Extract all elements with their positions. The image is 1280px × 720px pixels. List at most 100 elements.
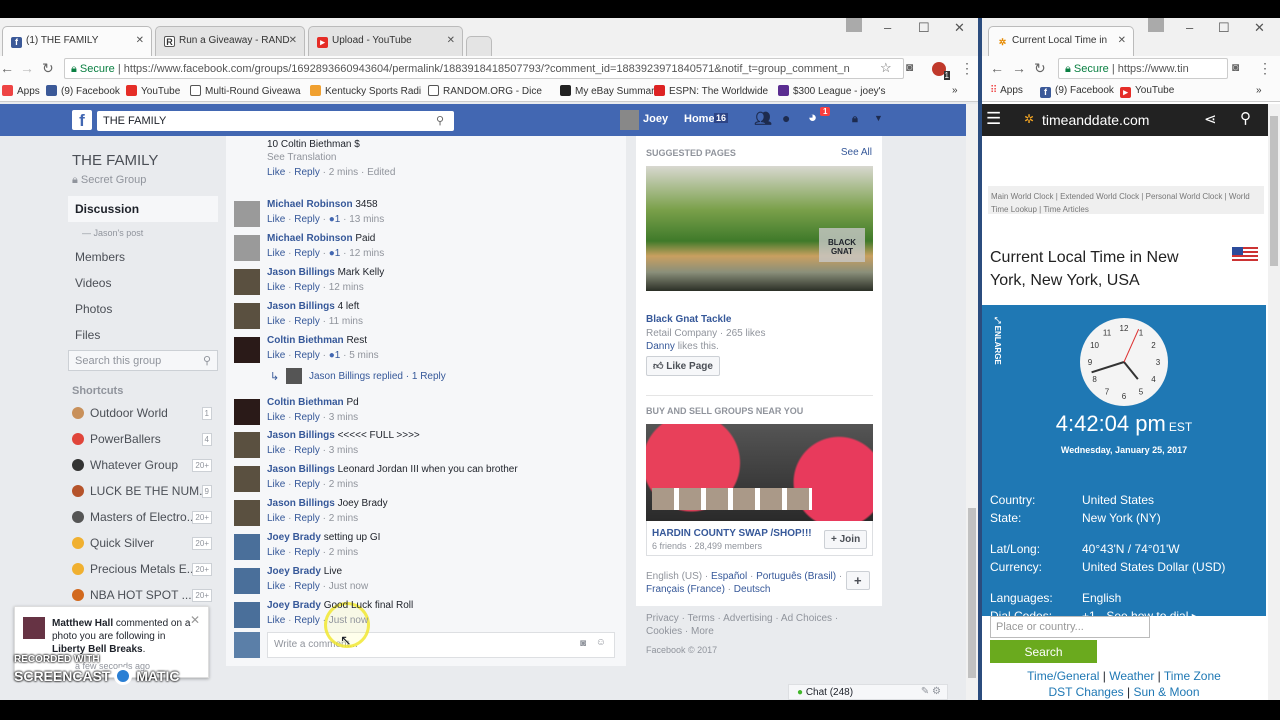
group-cover-image[interactable] [646, 424, 873, 521]
adblock-icon[interactable]: 1 [932, 62, 950, 80]
comment-author[interactable]: Jason Billings [267, 301, 335, 312]
like-link[interactable]: Like [267, 615, 285, 626]
more-bookmarks-icon[interactable]: » [1256, 85, 1262, 96]
scrollbar-thumb[interactable] [1270, 116, 1278, 266]
tab-youtube[interactable]: ▸ Upload - YouTube ✕ [308, 26, 463, 56]
footer-link[interactable]: Cookies [646, 626, 682, 637]
site-logo[interactable]: timeanddate.com [1042, 112, 1149, 128]
avatar[interactable] [234, 466, 260, 492]
reply-link[interactable]: Reply [294, 316, 320, 327]
reply-link[interactable]: Reply [294, 547, 320, 558]
scrollbar[interactable] [1268, 104, 1280, 700]
language-link[interactable]: Español [711, 571, 747, 582]
reply-link[interactable]: Reply [294, 513, 320, 524]
close-icon[interactable]: ✕ [190, 613, 200, 627]
footer-link[interactable]: Advertising [723, 613, 772, 624]
home-link[interactable]: Home [684, 113, 715, 125]
sidebar-item-discussion[interactable]: Discussion [68, 196, 218, 222]
forward-icon[interactable]: → [1012, 60, 1026, 76]
comment-author[interactable]: Joey Brady [267, 600, 321, 611]
search-group-input[interactable]: Search this group ⚲ [68, 350, 218, 371]
comment-author[interactable]: Jason Billings [267, 464, 335, 475]
avatar[interactable] [234, 432, 260, 458]
like-link[interactable]: Like [267, 445, 285, 456]
footer-link[interactable]: Ad Choices [781, 613, 832, 624]
footer-link[interactable]: DST Changes [1049, 685, 1124, 699]
like-count[interactable]: 1 [335, 214, 341, 225]
search-icon[interactable]: ⚲ [436, 114, 444, 127]
reply-summary[interactable]: ↳ Jason Billings replied · 1 Reply [270, 368, 650, 386]
shortcut-item[interactable]: Quick Silver 20+ [68, 531, 218, 557]
shortcut-item[interactable]: Outdoor World 1 [68, 401, 218, 427]
footer-link[interactable]: Privacy [646, 613, 679, 624]
camera-icon[interactable]: ◙ [1232, 60, 1239, 74]
back-icon[interactable]: ← [990, 60, 1004, 76]
reply-author[interactable]: Jason Billings [309, 371, 370, 382]
sidebar-item-members[interactable]: Members [68, 244, 218, 270]
close-tab-icon[interactable]: ✕ [1118, 35, 1126, 46]
like-link[interactable]: Like [267, 350, 285, 361]
site-nav-link[interactable]: Time Articles [1043, 205, 1089, 214]
like-link[interactable]: Like [267, 581, 285, 592]
comment-author[interactable]: Joey Brady [267, 566, 321, 577]
avatar[interactable] [234, 269, 260, 295]
reply-link[interactable]: Reply [294, 412, 320, 423]
reply-link[interactable]: Reply [294, 615, 320, 626]
search-icon[interactable]: ⚲ [203, 354, 211, 367]
avatar[interactable] [620, 110, 639, 130]
footer-link[interactable]: Time/General [1027, 669, 1099, 683]
url-bar[interactable]: 🔒︎ Secure | https://www.tin [1058, 58, 1228, 79]
privacy-shortcuts-icon[interactable]: 🔒︎ [852, 113, 858, 126]
close-tab-icon[interactable]: ✕ [136, 35, 144, 46]
bookmark-ebay-summary[interactable]: My eBay Summary [560, 85, 659, 97]
chat-bar[interactable]: ● Chat (248) ✎ ⚙ [788, 684, 948, 700]
like-link[interactable]: Like [267, 282, 285, 293]
see-translation-link[interactable]: See Translation [267, 152, 337, 163]
group-name-link[interactable]: HARDIN COUNTY SWAP /SHOP!!! [652, 528, 812, 539]
comment-author[interactable]: Michael Robinson [267, 199, 353, 210]
reply-link[interactable]: Reply [294, 167, 320, 178]
like-page-button[interactable]: 👍︎ Like Page [646, 356, 720, 376]
new-tab-button[interactable] [466, 36, 492, 56]
share-icon[interactable]: ⋖ [1204, 110, 1217, 128]
reply-link[interactable]: Reply [294, 248, 320, 259]
like-link[interactable]: Like [267, 248, 285, 259]
account-menu-chevron-icon[interactable]: ▼ [874, 113, 883, 123]
camera-icon[interactable]: ◙ [580, 638, 586, 649]
site-nav-link[interactable]: Personal World Clock [1146, 192, 1223, 201]
close-window-icon[interactable]: ✕ [1254, 20, 1265, 36]
reply-link[interactable]: Reply [294, 445, 320, 456]
bookmark-espn[interactable]: ESPN: The Worldwide [654, 85, 768, 97]
language-link[interactable]: Deutsch [734, 584, 771, 595]
bookmark-youtube[interactable]: ▸ YouTube [1120, 85, 1174, 98]
minimize-icon[interactable]: – [884, 20, 891, 35]
bookmark-multi-round-giveaway[interactable]: Multi-Round Giveawa [190, 85, 301, 97]
profile-icon[interactable] [846, 18, 862, 32]
reload-icon[interactable]: ↻ [1034, 60, 1046, 77]
messenger-icon[interactable]: ● [782, 110, 790, 126]
comment-author[interactable]: Joey Brady [267, 532, 321, 543]
sidebar-item-files[interactable]: Files [68, 322, 218, 348]
avatar[interactable] [234, 337, 260, 363]
emoji-icon[interactable]: ☺ [596, 637, 606, 648]
reply-link[interactable]: Reply [294, 282, 320, 293]
maximize-icon[interactable]: ☐ [1218, 20, 1230, 36]
bookmark-star-icon[interactable]: ☆ [880, 60, 892, 76]
footer-link[interactable]: Time Zone [1164, 669, 1221, 683]
url-bar[interactable]: 🔒︎ Secure | https://www.facebook.com/gro… [64, 58, 904, 79]
sidebar-item-photos[interactable]: Photos [68, 296, 218, 322]
search-button[interactable]: Search [990, 640, 1097, 663]
friend-link[interactable]: Danny [646, 341, 675, 352]
avatar[interactable] [234, 602, 260, 628]
reply-link[interactable]: Reply [294, 581, 320, 592]
sidebar-item-post[interactable]: — Jason's post [68, 222, 218, 244]
reply-link[interactable]: Reply [294, 214, 320, 225]
like-link[interactable]: Like [267, 479, 285, 490]
shortcut-item[interactable]: LUCK BE THE NUM... 9 [68, 479, 218, 505]
like-link[interactable]: Like [267, 167, 285, 178]
tab-timeanddate[interactable]: ✲ Current Local Time in ✕ [988, 26, 1134, 56]
back-icon[interactable]: ← [0, 60, 14, 76]
profile-icon[interactable] [1148, 18, 1164, 32]
avatar[interactable] [234, 534, 260, 560]
tab-facebook[interactable]: f (1) THE FAMILY ✕ [2, 26, 152, 56]
